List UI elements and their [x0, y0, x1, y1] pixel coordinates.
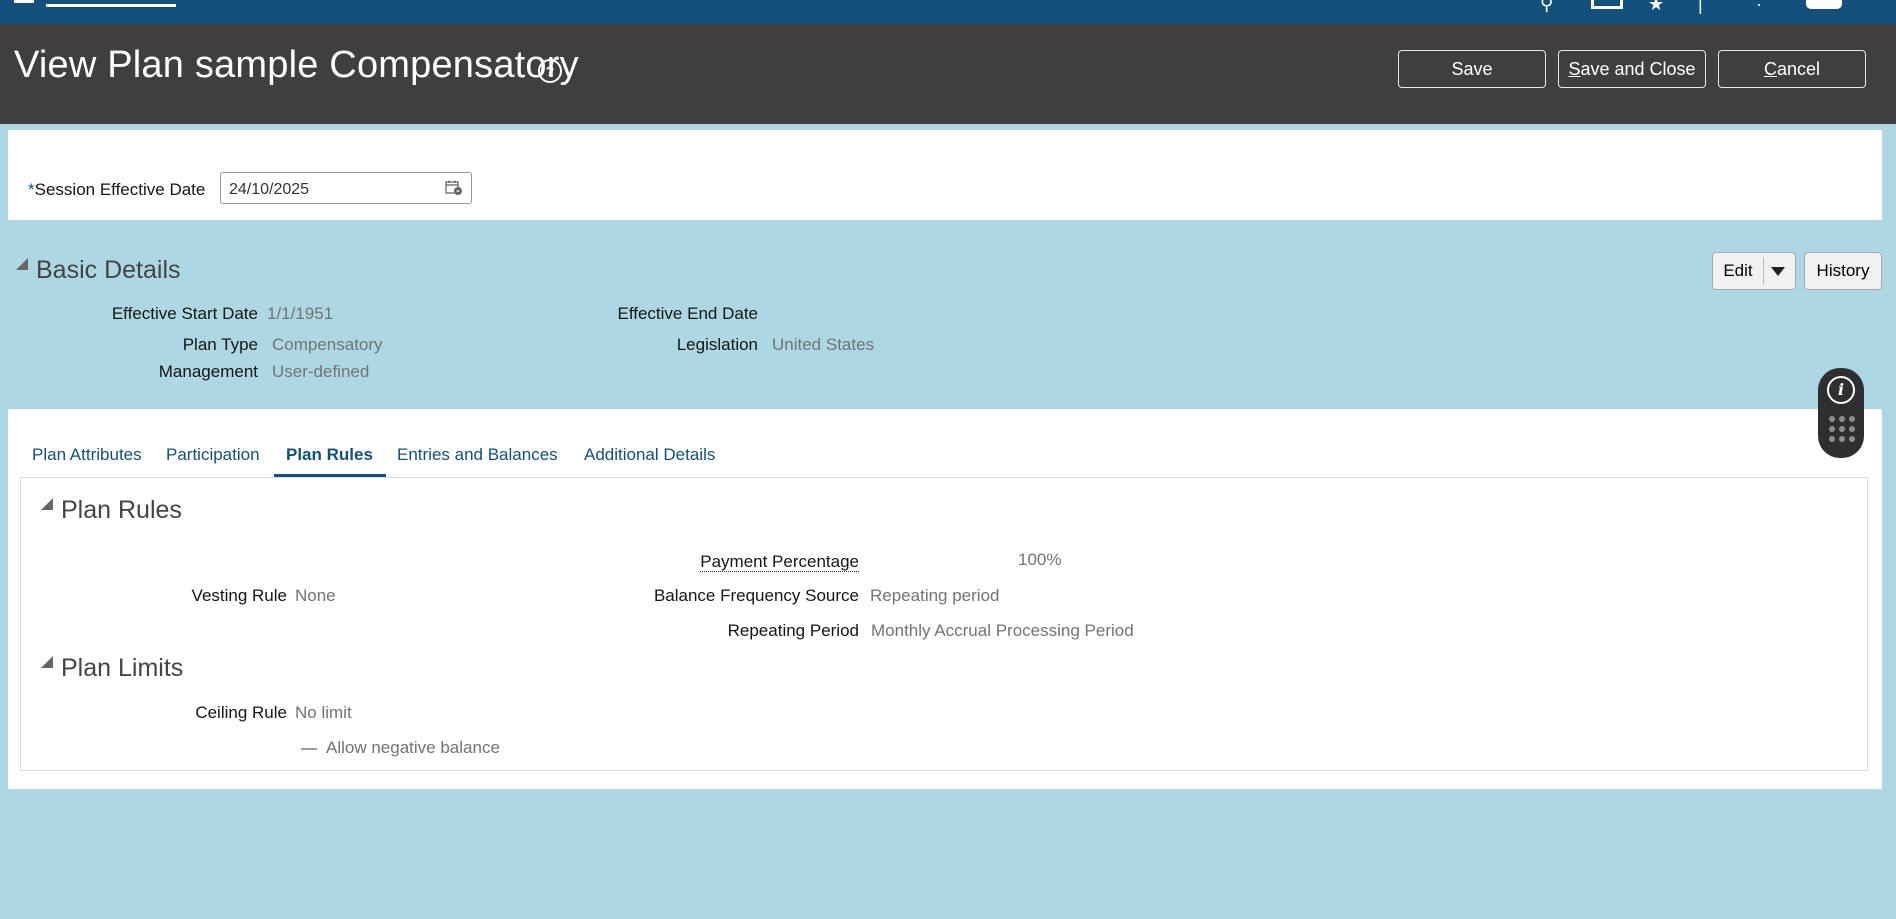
plan-details-panel: Plan Attributes Participation Plan Rules…	[8, 409, 1882, 789]
management-value: User-defined	[272, 362, 370, 381]
info-icon[interactable]: i	[1827, 376, 1855, 404]
vesting-rule-label: Vesting Rule	[191, 586, 287, 605]
effective-start-date-label: Effective Start Date	[111, 304, 258, 323]
ceiling-rule-value: No limit	[295, 703, 352, 722]
repeating-period-label: Repeating Period	[727, 621, 859, 640]
edit-separator	[1763, 257, 1764, 285]
save-and-close-button[interactable]: Save and Close	[1558, 50, 1706, 88]
vesting-rule-value: None	[295, 586, 336, 605]
search-icon[interactable]: ⚲	[1540, 0, 1553, 13]
tab-plan-rules[interactable]: Plan Rules	[286, 445, 373, 465]
menu-icon[interactable]	[14, 0, 34, 3]
global-header: ⚲ ★ | ·	[0, 0, 1896, 24]
plan-rules-heading[interactable]: Plan Rules	[41, 496, 182, 525]
allow-negative-balance-label: Allow negative balance	[326, 738, 500, 757]
plan-limits-title: Plan Limits	[61, 654, 184, 682]
home-icon[interactable]	[1591, 0, 1623, 9]
tab-participation[interactable]: Participation	[166, 445, 260, 465]
save-and-close-mnemonic: S	[1568, 58, 1581, 79]
tab-content: Plan Rules Payment Percentage 100% Vesti…	[20, 477, 1868, 771]
edit-label: Edit	[1723, 261, 1753, 280]
effective-start-date-value: 1/1/1951	[267, 304, 334, 323]
balance-frequency-source-label: Balance Frequency Source	[653, 586, 859, 605]
page-header: View Plan sample Compensatory ? Save Sav…	[0, 24, 1896, 124]
tab-entries-and-balances[interactable]: Entries and Balances	[397, 445, 558, 465]
collapse-triangle-icon[interactable]	[41, 498, 53, 510]
legislation-label: Legislation	[676, 335, 758, 354]
plan-type-label: Plan Type	[182, 335, 258, 354]
session-effective-date-input[interactable]	[227, 180, 431, 200]
cancel-mnemonic: C	[1763, 58, 1777, 79]
repeating-period-value: Monthly Accrual Processing Period	[871, 621, 1134, 640]
plan-type-value: Compensatory	[272, 335, 383, 354]
effective-end-date-label: Effective End Date	[617, 304, 759, 323]
ceiling-rule-label: Ceiling Rule	[195, 703, 287, 722]
tab-additional-details[interactable]: Additional Details	[584, 445, 715, 465]
edit-button[interactable]: Edit	[1712, 252, 1796, 290]
logo	[46, 0, 176, 7]
basic-details-title: Basic Details	[36, 256, 181, 284]
cancel-button[interactable]: Cancel	[1718, 50, 1866, 88]
management-label: Management	[158, 362, 258, 381]
payment-percentage-label: Payment Percentage	[700, 552, 859, 572]
legislation-value: United States	[772, 335, 875, 354]
session-effective-date-field	[220, 172, 472, 204]
apps-grid-icon[interactable]	[1829, 416, 1855, 442]
basic-details-heading[interactable]: Basic Details	[16, 256, 181, 285]
history-button[interactable]: History	[1804, 252, 1882, 290]
session-panel: *Session Effective Date	[8, 130, 1882, 220]
avatar[interactable]	[1806, 0, 1842, 9]
info-widget[interactable]: i	[1818, 368, 1864, 458]
favorites-star-icon[interactable]: ★	[1648, 0, 1664, 13]
tab-plan-attributes[interactable]: Plan Attributes	[32, 445, 142, 465]
session-effective-date-label: *Session Effective Date	[28, 180, 205, 200]
save-button[interactable]: Save	[1398, 50, 1546, 88]
user-menu-icon[interactable]: ·	[1756, 0, 1762, 13]
required-marker: *	[28, 180, 35, 199]
plan-rules-title: Plan Rules	[61, 496, 182, 524]
plan-limits-heading[interactable]: Plan Limits	[41, 654, 183, 683]
payment-percentage-value: 100%	[1018, 550, 1062, 569]
help-icon[interactable]: ?	[538, 59, 562, 83]
page-title: View Plan sample Compensatory	[14, 44, 579, 86]
notifications-icon[interactable]: |	[1698, 0, 1703, 13]
cancel-label: ancel	[1776, 58, 1821, 79]
collapse-triangle-icon[interactable]	[16, 258, 28, 270]
save-and-close-label: ave and Close	[1580, 58, 1696, 79]
balance-frequency-source-value: Repeating period	[870, 586, 1000, 605]
collapse-triangle-icon[interactable]	[41, 656, 53, 668]
session-effective-date-text: Session Effective Date	[34, 180, 206, 199]
chevron-down-icon[interactable]	[1771, 267, 1785, 276]
allow-negative-balance-checkbox[interactable]	[301, 748, 317, 750]
calendar-icon[interactable]	[445, 180, 463, 196]
payment-percentage-label-wrap: Payment Percentage	[700, 552, 859, 572]
